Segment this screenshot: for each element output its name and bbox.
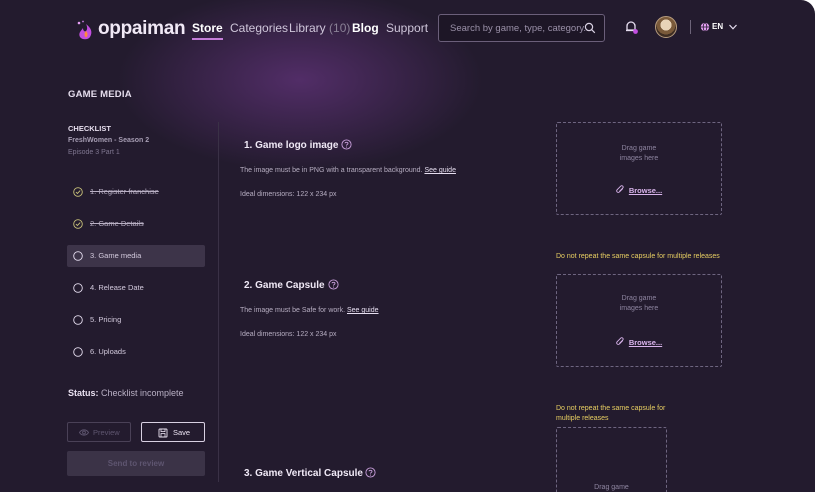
nav-support[interactable]: Support [386, 21, 428, 35]
capsule-dimensions: Ideal dimensions: 122 x 234 px [240, 331, 337, 338]
vertical-capsule-dropzone[interactable]: Drag game [556, 427, 667, 492]
paperclip-icon [616, 185, 624, 193]
logo-dropzone[interactable]: Drag game images here Browse... [556, 122, 722, 215]
user-avatar[interactable] [655, 16, 677, 38]
section-capsule-title: 2. Game Capsule [244, 280, 325, 291]
flame-logo-icon [77, 20, 92, 40]
section-logo-description: The image must be in PNG with a transpar… [240, 167, 456, 174]
section-logo-title: 1. Game logo image [244, 140, 339, 151]
logo-dimensions: Ideal dimensions: 122 x 234 px [240, 191, 337, 198]
circle-icon [73, 315, 83, 325]
preview-label: Preview [93, 428, 120, 437]
dropzone-text: Drag game [621, 145, 657, 152]
app-window: oppaiman Store Categories Library (10) B… [0, 0, 815, 492]
dropzone-text: Drag game [621, 295, 657, 302]
library-count: (10) [329, 21, 351, 35]
logo-requirement-text: The image must be in PNG with a transpar… [240, 167, 423, 174]
eye-icon [79, 429, 89, 436]
step-label: 4. Release Date [90, 283, 144, 292]
checklist-episode: Episode 3 Part 1 [68, 149, 120, 156]
dropzone-text: Drag game [594, 484, 629, 491]
logo[interactable]: oppaiman [70, 14, 186, 44]
status-label: Status: [68, 388, 99, 398]
save-label: Save [173, 428, 191, 437]
checklist-step-game-details[interactable]: 2. Game Details [67, 213, 205, 235]
step-label: 1. Register franchise [90, 187, 159, 196]
section-capsule-description: The image must be Safe for work. See gui… [240, 307, 379, 314]
sidebar-divider [218, 122, 219, 482]
section-vertical-capsule-title: 3. Game Vertical Capsule [244, 468, 363, 479]
checklist-title: CHECKLIST [68, 124, 111, 133]
circle-icon [73, 251, 83, 261]
help-icon[interactable] [365, 467, 376, 478]
capsule-warning: Do not repeat the same capsule for multi… [556, 253, 720, 260]
status-value: Checklist incomplete [101, 388, 184, 398]
capsule-requirement-text: The image must be Safe for work. [240, 307, 346, 314]
see-guide-link[interactable]: See guide [347, 307, 379, 314]
paperclip-icon [616, 337, 624, 345]
capsule-dropzone[interactable]: Drag game images here Browse... [556, 274, 722, 367]
help-icon[interactable] [341, 139, 352, 150]
notification-bell-icon[interactable] [623, 19, 639, 35]
help-icon[interactable] [328, 279, 339, 290]
browse-link[interactable]: Browse... [557, 337, 721, 347]
nav-store[interactable]: Store [192, 21, 223, 40]
language-label: EN [712, 22, 724, 31]
browse-label: Browse... [628, 186, 663, 195]
step-label: 2. Game Details [90, 219, 144, 228]
vertical-capsule-warning: Do not repeat the same capsule for multi… [556, 405, 666, 422]
step-label: 3. Game media [90, 251, 142, 260]
see-guide-link[interactable]: See guide [424, 167, 456, 174]
globe-icon [700, 22, 710, 32]
browse-label: Browse... [628, 338, 663, 347]
circle-icon [73, 283, 83, 293]
nav-library[interactable]: Library (10) [289, 21, 350, 35]
checklist-step-uploads[interactable]: 6. Uploads [67, 341, 205, 363]
language-selector[interactable]: EN [700, 21, 740, 35]
checklist-step-register-franchise[interactable]: 1. Register franchise [67, 181, 205, 203]
search-placeholder: Search by game, type, category... [450, 23, 592, 34]
send-to-review-label: Send to review [107, 459, 165, 468]
nav-library-label: Library [289, 21, 326, 35]
dropzone-text: images here [619, 155, 659, 162]
checklist-status: Status: Checklist incomplete [68, 388, 184, 398]
save-button[interactable]: Save [141, 422, 205, 442]
chevron-down-icon [729, 24, 737, 30]
check-circle-icon [73, 219, 83, 229]
top-header: oppaiman Store Categories Library (10) B… [0, 0, 815, 56]
check-circle-icon [73, 187, 83, 197]
checklist-game-name: FreshWomen - Season 2 [68, 137, 150, 144]
search-icon[interactable] [584, 22, 596, 34]
dropzone-text: images here [619, 305, 659, 312]
circle-icon [73, 347, 83, 357]
step-label: 6. Uploads [90, 347, 126, 356]
nav-categories[interactable]: Categories [230, 21, 288, 35]
checklist-step-game-media[interactable]: 3. Game media [67, 245, 205, 267]
preview-button[interactable]: Preview [67, 422, 131, 442]
save-icon [158, 428, 168, 438]
send-to-review-button[interactable]: Send to review [67, 451, 205, 476]
logo-text: oppaiman [98, 18, 186, 39]
checklist-step-release-date[interactable]: 4. Release Date [67, 277, 205, 299]
checklist-step-pricing[interactable]: 5. Pricing [67, 309, 205, 331]
search-input[interactable]: Search by game, type, category... [438, 14, 605, 42]
step-label: 5. Pricing [90, 315, 122, 324]
header-divider [690, 20, 691, 34]
browse-link[interactable]: Browse... [557, 185, 721, 195]
nav-blog[interactable]: Blog [352, 21, 379, 35]
page-title: GAME MEDIA [68, 89, 132, 100]
